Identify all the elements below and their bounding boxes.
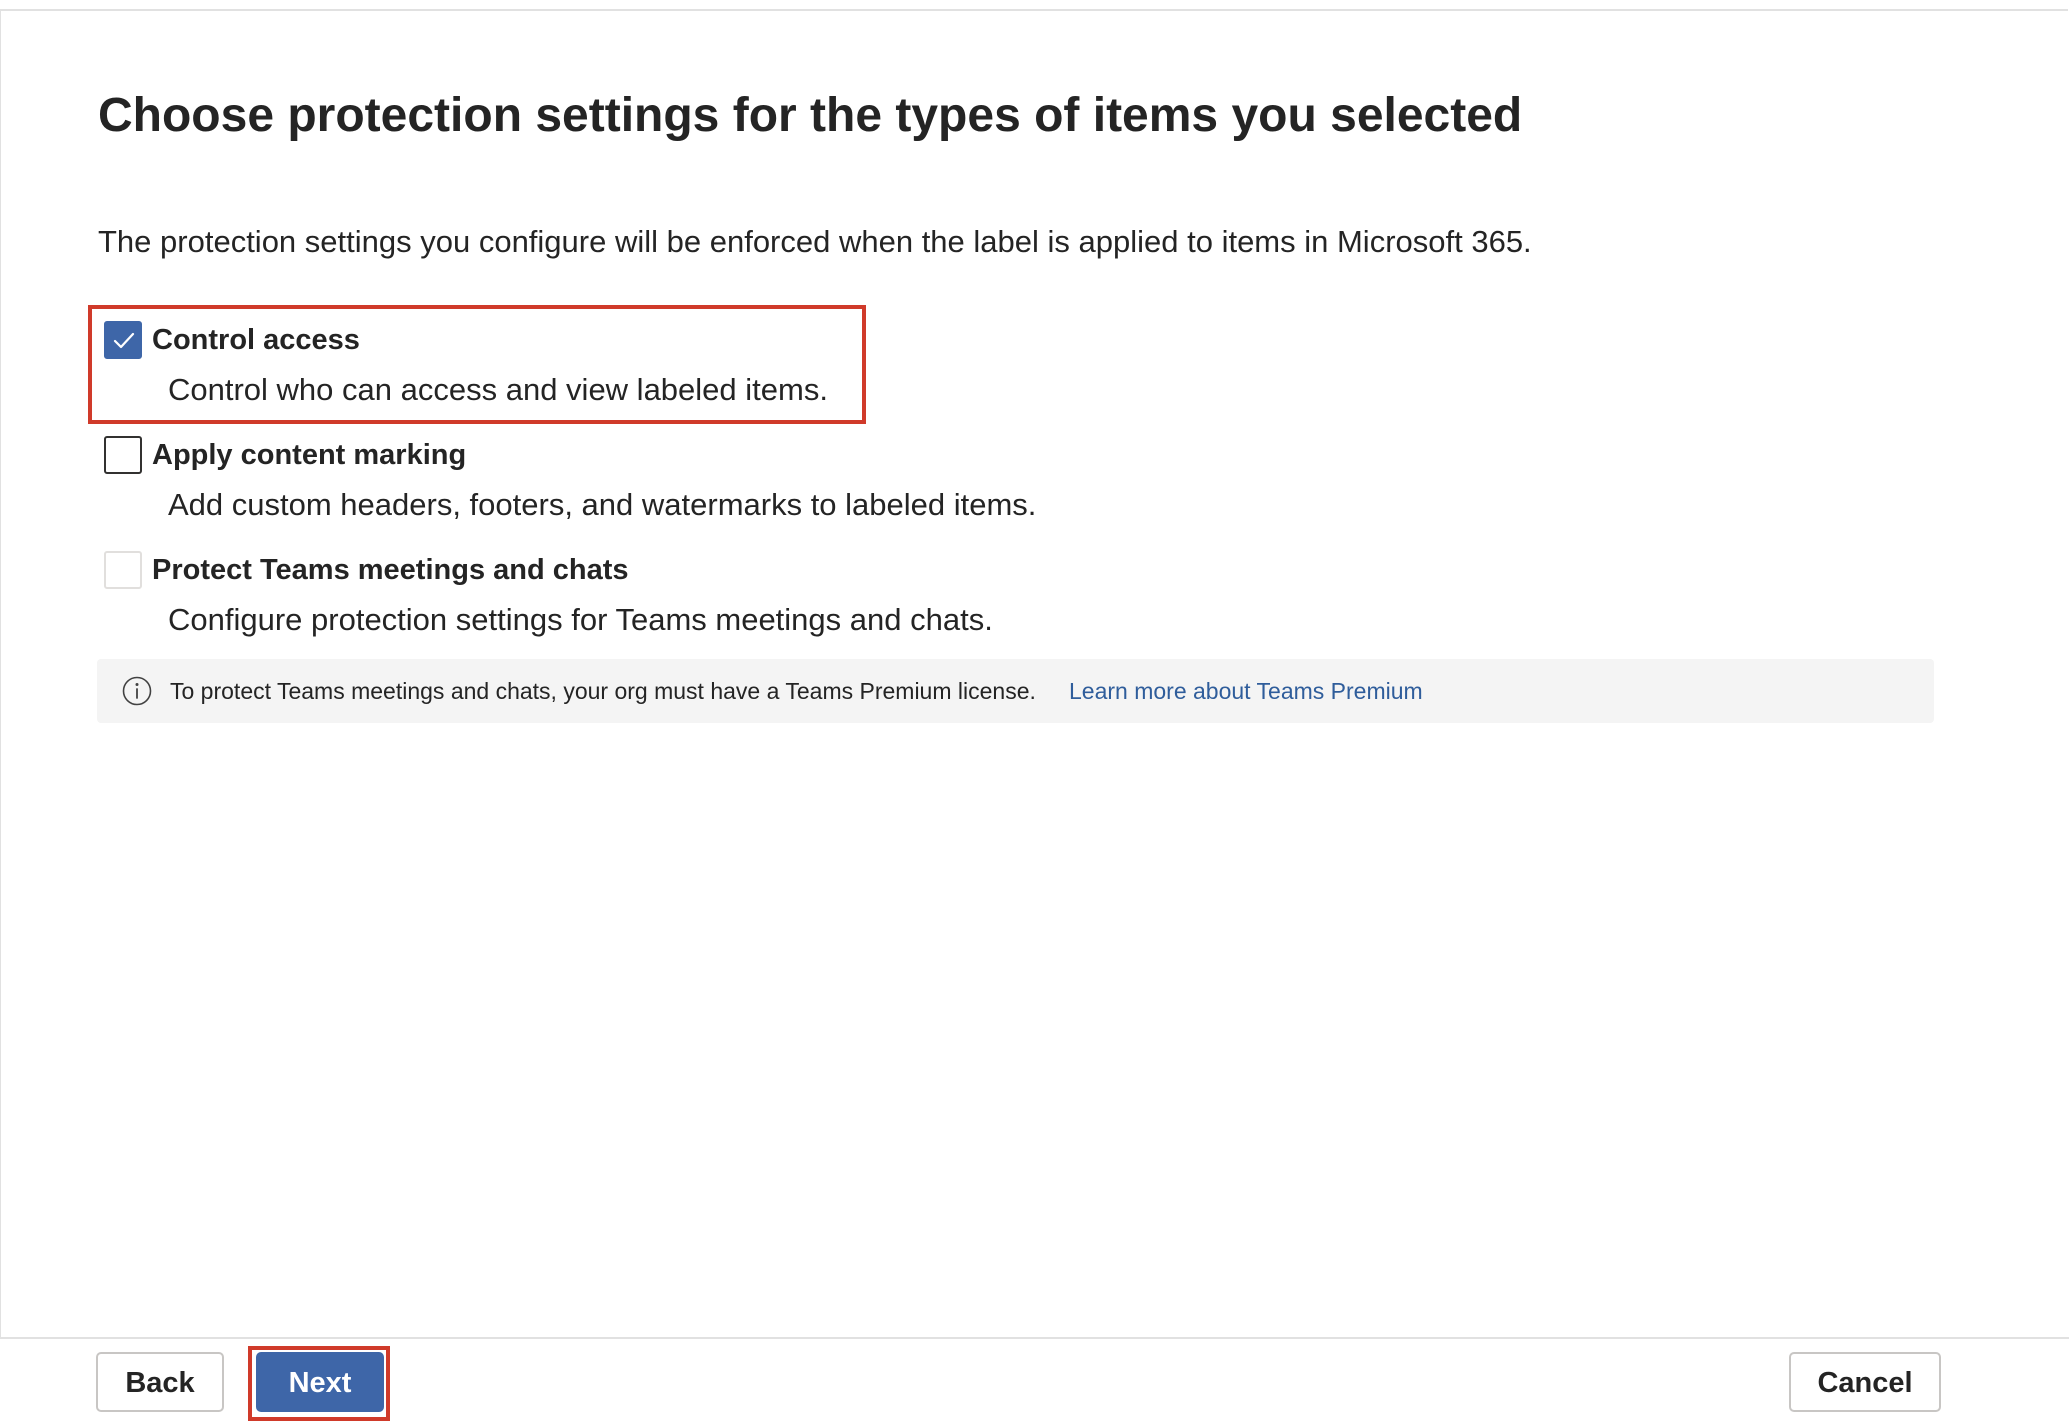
- cancel-button[interactable]: Cancel: [1789, 1352, 1941, 1412]
- option-description: Configure protection settings for Teams …: [168, 602, 993, 637]
- next-button[interactable]: Next: [256, 1352, 384, 1412]
- back-button[interactable]: Back: [96, 1352, 224, 1412]
- control-access-checkbox[interactable]: [104, 321, 142, 359]
- page-description: The protection settings you configure wi…: [98, 224, 1532, 259]
- info-message-bar: To protect Teams meetings and chats, you…: [97, 659, 1934, 723]
- option-label: Control access: [152, 324, 360, 356]
- option-label: Apply content marking: [152, 439, 467, 471]
- page-title: Choose protection settings for the types…: [98, 89, 1523, 142]
- apply-content-marking-checkbox[interactable]: [104, 436, 142, 474]
- option-label: Protect Teams meetings and chats: [152, 554, 629, 586]
- option-description: Control who can access and view labeled …: [168, 372, 828, 407]
- info-message-text: To protect Teams meetings and chats, you…: [170, 678, 1036, 704]
- info-icon: [122, 676, 152, 706]
- learn-more-link[interactable]: Learn more about Teams Premium: [1069, 659, 1423, 723]
- option-description: Add custom headers, footers, and waterma…: [168, 487, 1037, 522]
- protect-teams-meetings-checkbox[interactable]: [104, 551, 142, 589]
- footer-divider: [0, 1337, 2069, 1339]
- checkmark-icon: [113, 332, 135, 349]
